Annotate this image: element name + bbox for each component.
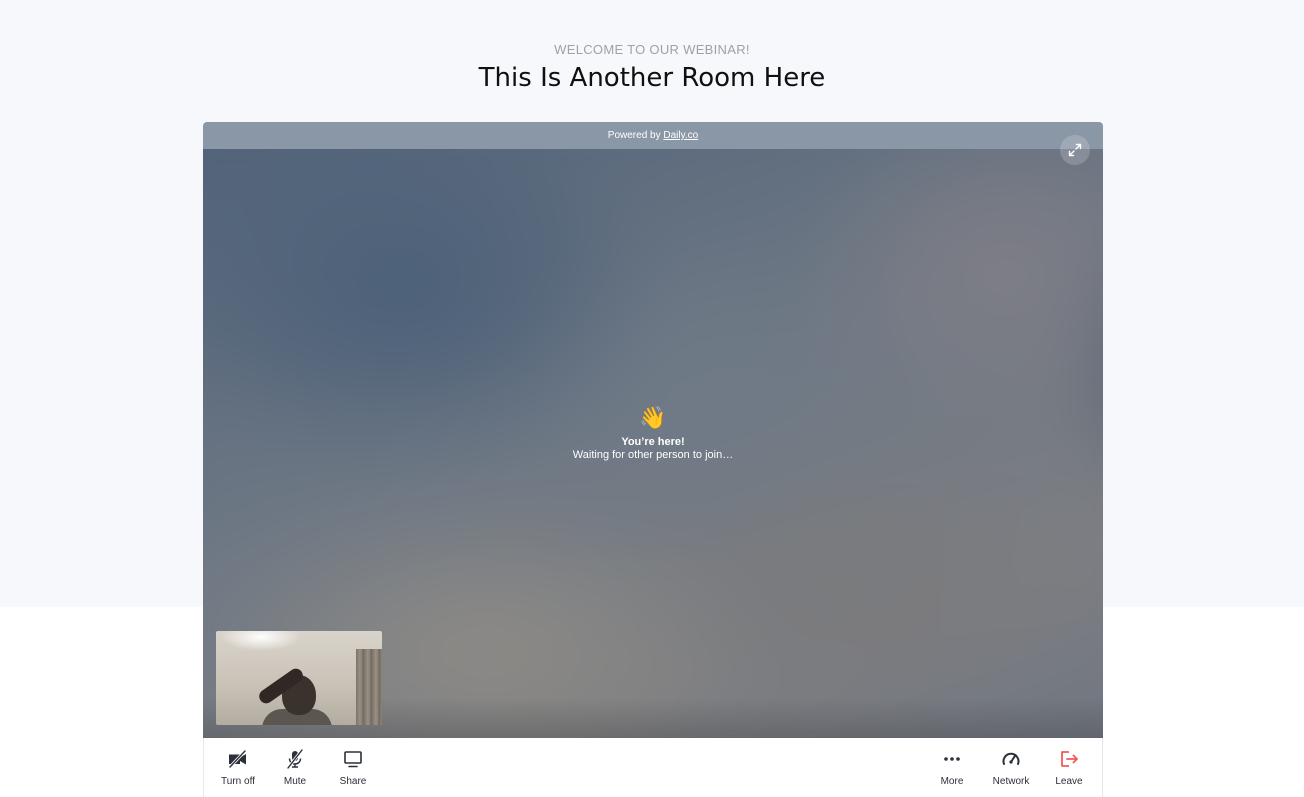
network-button[interactable]: Network	[983, 748, 1039, 788]
network-icon	[1002, 752, 1020, 765]
camera-toggle-label: Turn off	[221, 776, 255, 787]
page-header: WELCOME TO OUR WEBINAR! This Is Another …	[0, 42, 1304, 94]
network-label: Network	[992, 776, 1030, 787]
page-subtitle: WELCOME TO OUR WEBINAR!	[554, 42, 750, 57]
waiting-message: 👋 You’re here! Waiting for other person …	[203, 406, 1103, 462]
powered-by-label: Powered by	[607, 130, 664, 141]
mute-button[interactable]: Mute	[267, 748, 323, 788]
daily-link[interactable]: Daily.co	[663, 130, 698, 141]
more-label: More	[940, 776, 964, 787]
page-title: This Is Another Room Here	[478, 63, 826, 93]
waiting-title: You’re here!	[621, 436, 685, 448]
share-label: Share	[339, 776, 367, 787]
self-view-curtain	[356, 649, 382, 725]
mute-label: Mute	[283, 776, 307, 787]
video-call-frame: Powered by Daily.co 👋 You’re here! Waiti…	[203, 122, 1103, 797]
share-screen-button[interactable]: Share	[325, 748, 381, 788]
leave-icon	[1061, 751, 1078, 767]
call-toolbar: Turn off Mute Share More Network Leave	[203, 738, 1103, 797]
waiting-text: Waiting for other person to join…	[572, 449, 734, 461]
self-view-video[interactable]	[216, 631, 382, 725]
waving-hand-icon: 👋	[639, 406, 667, 431]
mic-off-icon	[286, 749, 304, 769]
camera-toggle-button[interactable]: Turn off	[210, 748, 266, 788]
remote-video-area: 👋 You’re here! Waiting for other person …	[203, 149, 1103, 738]
expand-icon	[1068, 143, 1082, 157]
more-icon	[944, 757, 960, 761]
leave-button[interactable]: Leave	[1041, 748, 1097, 788]
fullscreen-button[interactable]	[1060, 135, 1090, 165]
leave-label: Leave	[1055, 776, 1083, 787]
screen-share-icon	[344, 751, 362, 768]
camera-off-icon	[228, 750, 247, 768]
powered-by-bar: Powered by Daily.co	[203, 122, 1103, 149]
more-button[interactable]: More	[924, 748, 980, 788]
